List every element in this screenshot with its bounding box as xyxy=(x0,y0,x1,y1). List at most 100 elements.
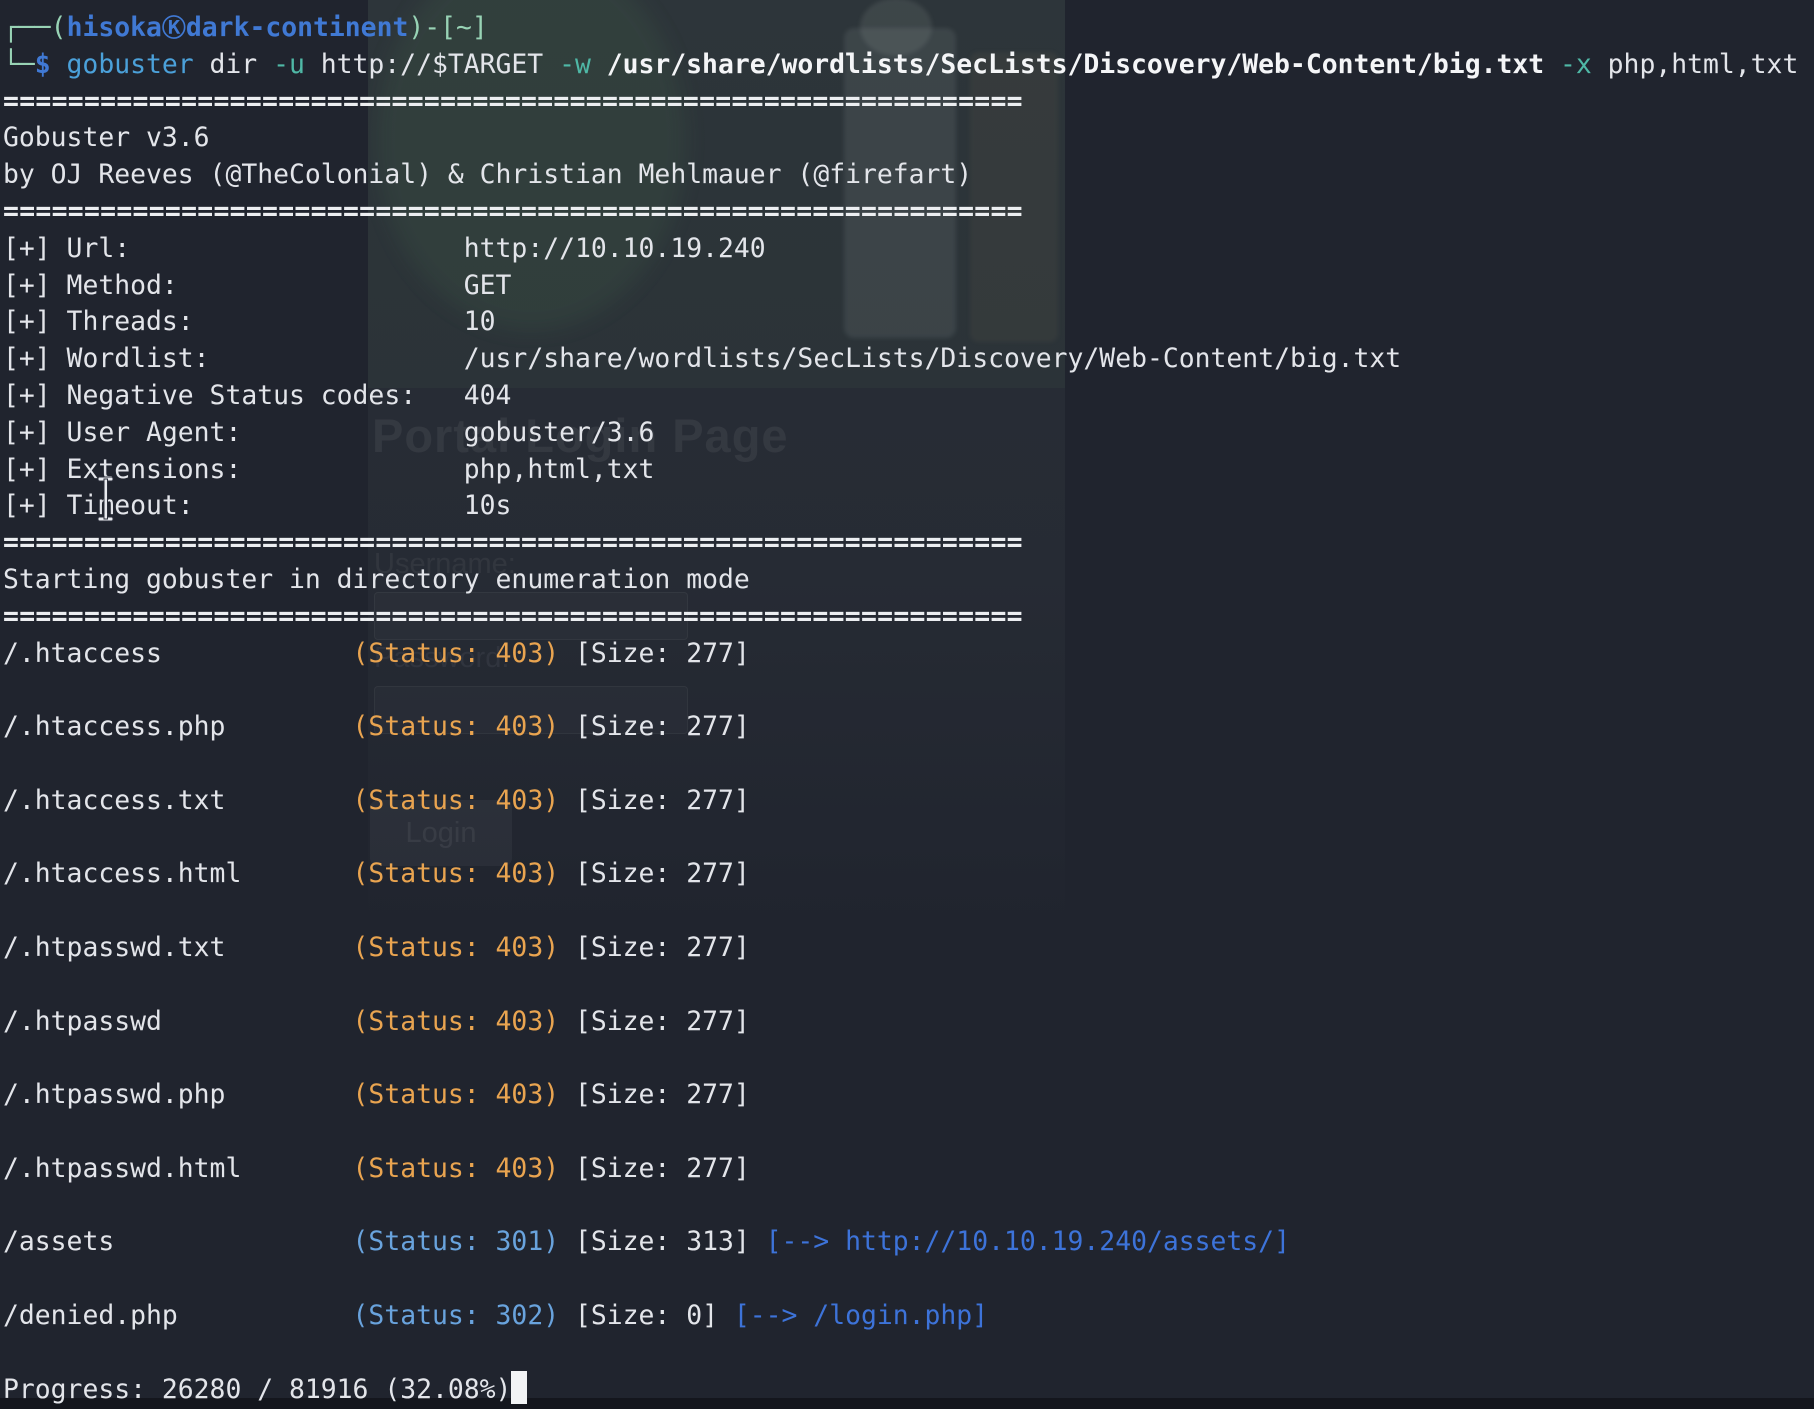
mouse-ibeam-cursor xyxy=(96,476,116,522)
config-row-negative-status: [+] Negative Status codes:404 xyxy=(3,378,1814,415)
result-status: (Status: 403) xyxy=(353,638,560,669)
result-path: /.htpasswd.html xyxy=(3,1151,353,1188)
result-row: /.htpasswd.txt(Status: 403) [Size: 277] xyxy=(3,930,1814,967)
blank-line xyxy=(3,1114,1814,1151)
banner-authors-line: by OJ Reeves (@TheColonial) & Christian … xyxy=(3,157,1814,194)
config-label: [+] Negative Status codes: xyxy=(3,378,464,415)
result-status: (Status: 403) xyxy=(353,1079,560,1110)
result-size: [Size: 277] xyxy=(575,1079,750,1110)
result-path: /denied.php xyxy=(3,1298,353,1335)
result-status: (Status: 403) xyxy=(353,711,560,742)
config-label: [+] Threads: xyxy=(3,304,464,341)
config-row-threads: [+] Threads:10 xyxy=(3,304,1814,341)
result-path: /assets xyxy=(3,1224,353,1261)
config-label: [+] Wordlist: xyxy=(3,341,464,378)
blank-line xyxy=(3,746,1814,783)
prompt-line-1: ┌──(hisokaⓀdark-continent)-[~] xyxy=(3,10,1814,47)
result-status: (Status: 403) xyxy=(353,858,560,889)
command-subcommand: dir xyxy=(210,49,258,80)
result-size: [Size: 0] xyxy=(575,1300,718,1331)
result-size: [Size: 277] xyxy=(575,932,750,963)
starting-line: Starting gobuster in directory enumerati… xyxy=(3,562,1814,599)
config-value: 10s xyxy=(464,490,512,521)
separator-line: ========================================… xyxy=(3,84,1814,121)
config-value: 404 xyxy=(464,380,512,411)
result-row: /.htaccess.html(Status: 403) [Size: 277] xyxy=(3,856,1814,893)
blank-line xyxy=(3,1188,1814,1225)
config-value: http://10.10.19.240 xyxy=(464,233,766,264)
blank-line xyxy=(3,1040,1814,1077)
prompt-dollar: $ xyxy=(35,49,51,80)
config-value: /usr/share/wordlists/SecLists/Discovery/… xyxy=(464,343,1401,374)
desktop: { "colors": { "terminal_bg": "#20242e", … xyxy=(0,0,1814,1398)
result-size: [Size: 277] xyxy=(575,858,750,889)
result-size: [Size: 277] xyxy=(575,1006,750,1037)
result-row: /.htpasswd.html(Status: 403) [Size: 277] xyxy=(3,1151,1814,1188)
result-redirect: [--> http://10.10.19.240/assets/] xyxy=(766,1226,1290,1257)
result-row: /.htaccess(Status: 403) [Size: 277] xyxy=(3,636,1814,673)
result-path: /.htaccess xyxy=(3,636,353,673)
result-status: (Status: 403) xyxy=(353,932,560,963)
command-program: gobuster xyxy=(67,49,194,80)
result-path: /.htaccess.php xyxy=(3,709,353,746)
prompt-user: hisoka xyxy=(67,12,162,43)
result-row: /.htaccess.php(Status: 403) [Size: 277] xyxy=(3,709,1814,746)
result-row: /.htpasswd.php(Status: 403) [Size: 277] xyxy=(3,1077,1814,1114)
result-size: [Size: 313] xyxy=(575,1226,750,1257)
blank-line xyxy=(3,672,1814,709)
separator-line: ========================================… xyxy=(3,599,1814,636)
result-redirect: [--> /login.php] xyxy=(734,1300,988,1331)
config-row-extensions: [+] Extensions:php,html,txt xyxy=(3,452,1814,489)
result-size: [Size: 277] xyxy=(575,638,750,669)
config-label: [+] Url: xyxy=(3,231,464,268)
result-row: /denied.php(Status: 302) [Size: 0] [--> /l… xyxy=(3,1298,1814,1335)
config-label: [+] Timeout: xyxy=(3,488,464,525)
config-row-wordlist: [+] Wordlist:/usr/share/wordlists/SecLis… xyxy=(3,341,1814,378)
result-row: /assets(Status: 301) [Size: 313] [--> http… xyxy=(3,1224,1814,1261)
config-value: 10 xyxy=(464,306,496,337)
result-size: [Size: 277] xyxy=(575,785,750,816)
result-status: (Status: 403) xyxy=(353,1153,560,1184)
banner-version-line: Gobuster v3.6 xyxy=(3,120,1814,157)
result-path: /.htaccess.html xyxy=(3,856,353,893)
separator-line: ========================================… xyxy=(3,194,1814,231)
config-label: [+] Method: xyxy=(3,268,464,305)
config-row-method: [+] Method:GET xyxy=(3,268,1814,305)
blank-line xyxy=(3,1335,1814,1372)
command-wordlist: /usr/share/wordlists/SecLists/Discovery/… xyxy=(607,49,1544,80)
terminal-block-cursor xyxy=(511,1371,527,1404)
result-size: [Size: 277] xyxy=(575,711,750,742)
result-status: (Status: 301) xyxy=(353,1226,560,1257)
config-row-url: [+] Url:http://10.10.19.240 xyxy=(3,231,1814,268)
command-url: http://$TARGET xyxy=(321,49,543,80)
flag-x: -x xyxy=(1560,49,1592,80)
flag-u: -u xyxy=(273,49,305,80)
result-status: (Status: 403) xyxy=(353,785,560,816)
config-row-timeout: [+] Timeout:10s xyxy=(3,488,1814,525)
blank-line xyxy=(3,893,1814,930)
blank-line xyxy=(3,967,1814,1004)
blank-line xyxy=(3,1261,1814,1298)
result-status: (Status: 302) xyxy=(353,1300,560,1331)
result-path: /.htpasswd xyxy=(3,1004,353,1041)
config-value: php,html,txt xyxy=(464,454,655,485)
progress-line: Progress: 26280 / 81916 (32.08%) xyxy=(3,1371,1814,1408)
result-row: /.htaccess.txt(Status: 403) [Size: 277] xyxy=(3,783,1814,820)
config-label: [+] Extensions: xyxy=(3,452,464,489)
command-line: └─$gobusterdir-uhttp://$TARGET-w/usr/sha… xyxy=(3,47,1814,84)
config-value: gobuster/3.6 xyxy=(464,417,655,448)
prompt-host: dark-continent xyxy=(186,12,408,43)
prompt-frame-open: ┌──( xyxy=(3,12,67,43)
result-path: /.htpasswd.php xyxy=(3,1077,353,1114)
prompt-frame-close: )-[~] xyxy=(408,12,487,43)
result-size: [Size: 277] xyxy=(575,1153,750,1184)
progress-text: Progress: 26280 / 81916 (32.08%) xyxy=(3,1374,511,1405)
config-row-user-agent: [+] User Agent:gobuster/3.6 xyxy=(3,415,1814,452)
config-value: GET xyxy=(464,270,512,301)
result-path: /.htpasswd.txt xyxy=(3,930,353,967)
result-status: (Status: 403) xyxy=(353,1006,560,1037)
terminal-window[interactable]: ┌──(hisokaⓀdark-continent)-[~] └─$gobust… xyxy=(0,0,1814,1398)
kali-user-host-icon: Ⓚ xyxy=(162,14,186,42)
result-path: /.htaccess.txt xyxy=(3,783,353,820)
flag-w: -w xyxy=(559,49,591,80)
